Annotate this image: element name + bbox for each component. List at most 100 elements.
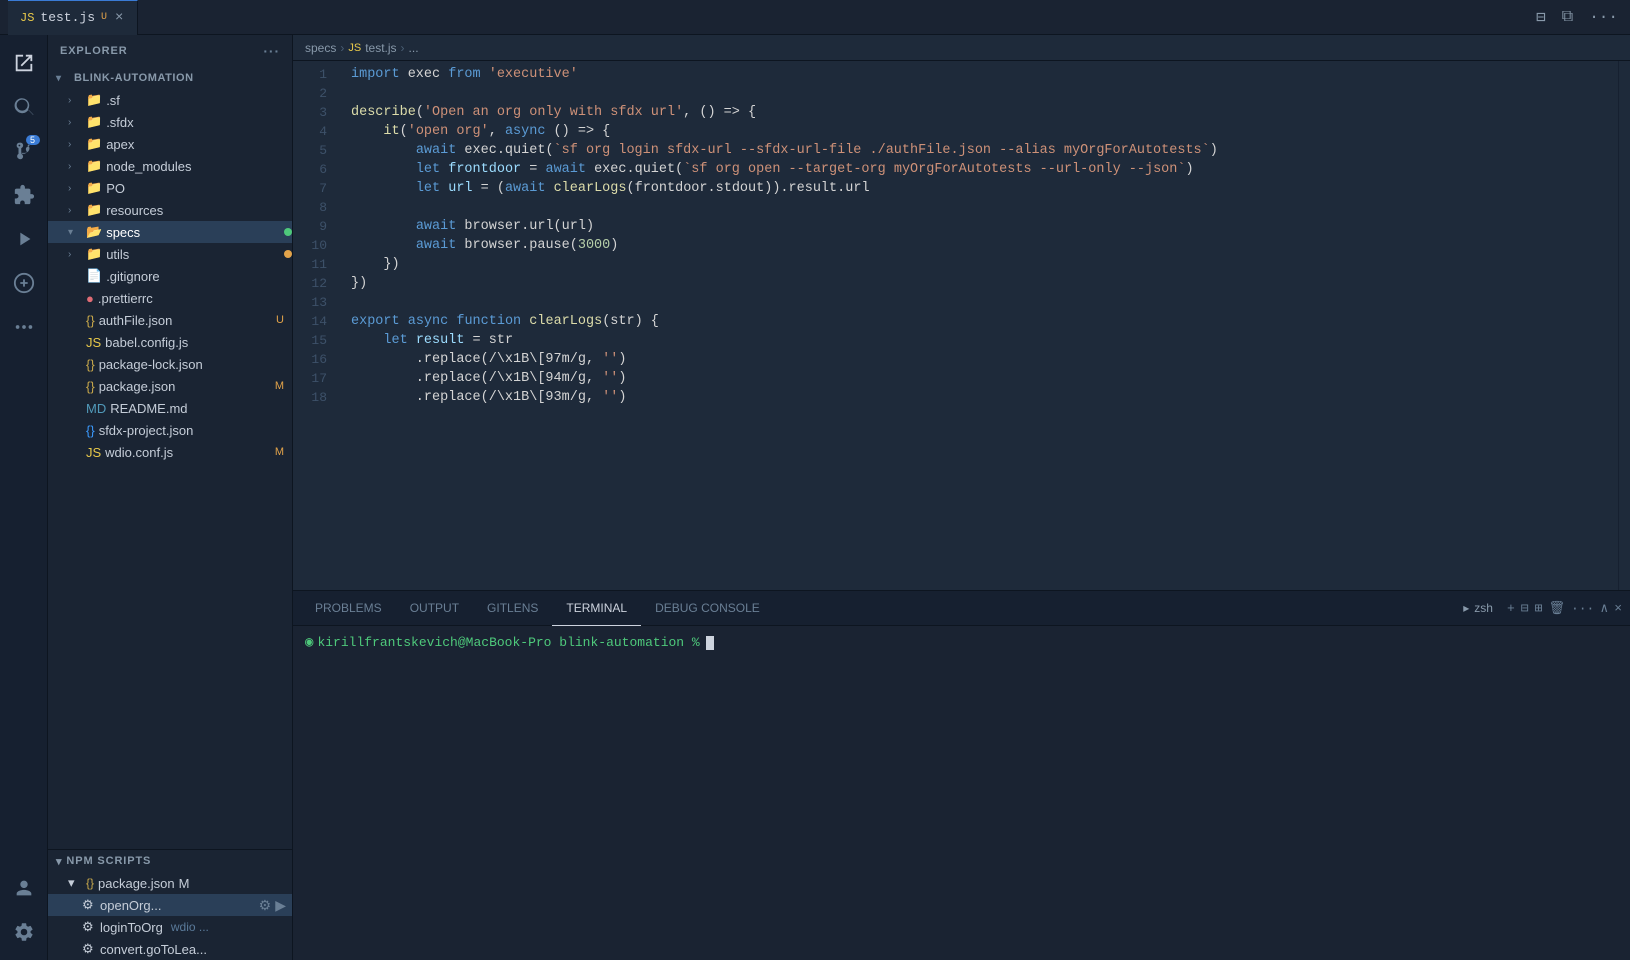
sidebar-item-authfile[interactable]: {} authFile.json U [48, 309, 292, 331]
chevron-right-icon: › [68, 183, 82, 194]
item-label-wdio: wdio.conf.js [105, 445, 271, 460]
npm-script-openorg[interactable]: ⚙ openOrg... ⚙ ▶ [48, 894, 292, 916]
sidebar-item-prettierrc[interactable]: ● .prettierrc [48, 287, 292, 309]
code-line-5: await exec.quiet(`sf org login sfdx-url … [351, 141, 1618, 160]
item-label-specs: specs [106, 225, 280, 240]
sidebar-more-icon[interactable]: ··· [263, 43, 280, 59]
sidebar-item-sfdx[interactable]: › 📁 .sfdx [48, 111, 292, 133]
delete-terminal-icon[interactable]: 🗑 [1548, 601, 1565, 616]
split-editor-icon[interactable]: ⧉ [1558, 6, 1577, 28]
npm-script-logintoorg-label: loginToOrg [100, 920, 163, 935]
chevron-down-icon: ▾ [56, 73, 70, 84]
chevron-right-icon: › [68, 95, 82, 106]
sidebar-item-sf[interactable]: › 📁 .sf [48, 89, 292, 111]
activity-extensions[interactable] [4, 175, 44, 215]
split-terminal-icon[interactable]: ⊟ [1521, 601, 1529, 616]
settings-icon[interactable]: ⚙ [259, 897, 272, 914]
code-line-7: let url = (await clearLogs(frontdoor.std… [351, 179, 1618, 198]
code-line-2 [351, 84, 1618, 103]
tab-filename: test.js [40, 10, 95, 25]
file-tree: ▾ BLINK-AUTOMATION › 📁 .sf › 📁 .sfdx › 📁… [48, 67, 292, 849]
code-editor[interactable]: import exec from 'executive' describe('O… [343, 61, 1618, 590]
editor-area: 12345 678910 1112131415 161718 import ex… [293, 61, 1630, 590]
script-icon: ⚙ [82, 941, 96, 957]
authfile-modified-badge: U [276, 314, 292, 326]
main-layout: 5 EXPLORER ··· [0, 35, 1630, 960]
breadcrumb-file-icon: JS [348, 42, 361, 54]
editor-tab[interactable]: JS test.js U × [8, 0, 138, 35]
shell-label: ▸ zsh [1455, 601, 1501, 615]
item-label-prettierrc: .prettierrc [98, 291, 292, 306]
breadcrumb-sep1: › [340, 41, 344, 55]
sidebar-item-package-lock[interactable]: {} package-lock.json [48, 353, 292, 375]
terminal-dot-icon: ◉ [305, 634, 313, 651]
chevron-down-icon: ▾ [68, 227, 82, 238]
code-line-14: export async function clearLogs(str) { [351, 312, 1618, 331]
sidebar-item-babel[interactable]: JS babel.config.js [48, 331, 292, 353]
npm-script-convert[interactable]: ⚙ convert.goToLea... [48, 938, 292, 960]
tab-gitlens[interactable]: GITLENS [473, 591, 552, 626]
sidebar-item-wdio[interactable]: JS wdio.conf.js M [48, 441, 292, 463]
item-label-node-modules: node_modules [106, 159, 292, 174]
sidebar-item-specs[interactable]: ▾ 📂 specs [48, 221, 292, 243]
panel-tabs: PROBLEMS OUTPUT GITLENS TERMINAL DEBUG C… [293, 591, 1630, 626]
activity-bar: 5 [0, 35, 48, 960]
activity-account[interactable] [4, 868, 44, 908]
activity-source-control[interactable]: 5 [4, 131, 44, 171]
json-icon: {} [86, 379, 95, 394]
editor-scrollbar[interactable] [1618, 61, 1630, 590]
run-icon[interactable]: ▶ [275, 897, 286, 914]
tab-terminal[interactable]: TERMINAL [552, 591, 641, 626]
npm-package-json-label: package.json [98, 876, 175, 891]
new-terminal-icon[interactable]: + [1507, 601, 1515, 616]
layout-icon[interactable]: ⊟ [1532, 5, 1550, 29]
activity-run[interactable] [4, 219, 44, 259]
sidebar-item-gitignore[interactable]: 📄 .gitignore [48, 265, 292, 287]
activity-search[interactable] [4, 87, 44, 127]
activity-settings[interactable] [4, 912, 44, 952]
folder-icon: 📁 [86, 158, 102, 174]
split-panel-icon[interactable]: ⊞ [1535, 601, 1543, 616]
sidebar-item-apex[interactable]: › 📁 apex [48, 133, 292, 155]
maximize-panel-icon[interactable]: ∧ [1600, 601, 1608, 616]
chevron-right-icon: › [68, 249, 82, 260]
sidebar-item-sfdx-project[interactable]: {} sfdx-project.json [48, 419, 292, 441]
item-label-resources: resources [106, 203, 292, 218]
breadcrumb-dots[interactable]: ... [409, 41, 419, 55]
npm-script-logintoorg[interactable]: ⚙ loginToOrg wdio ... [48, 916, 292, 938]
tab-debug-console[interactable]: DEBUG CONSOLE [641, 591, 774, 626]
code-line-13 [351, 293, 1618, 312]
breadcrumb-folder[interactable]: specs [305, 41, 336, 55]
tab-output[interactable]: OUTPUT [396, 591, 473, 626]
close-panel-icon[interactable]: × [1614, 601, 1622, 616]
item-label-apex: apex [106, 137, 292, 152]
panel-tabs-right: ▸ zsh + ⊟ ⊞ 🗑 ··· ∧ × [1455, 601, 1622, 616]
tab-close-button[interactable]: × [113, 10, 125, 26]
shell-icon: ▸ [1463, 601, 1469, 615]
sidebar-item-node-modules[interactable]: › 📁 node_modules [48, 155, 292, 177]
activity-explorer[interactable] [4, 43, 44, 83]
sidebar-item-utils[interactable]: › 📁 utils [48, 243, 292, 265]
npm-package-json-item[interactable]: ▾ {} package.json M [48, 872, 292, 894]
sidebar-item-po[interactable]: › 📁 PO [48, 177, 292, 199]
more-actions-icon[interactable]: ··· [1585, 6, 1622, 28]
sidebar-item-package-json[interactable]: {} package.json M [48, 375, 292, 397]
sidebar-item-resources[interactable]: › 📁 resources [48, 199, 292, 221]
more-terminal-icon[interactable]: ··· [1571, 601, 1594, 616]
folder-icon: 📁 [86, 136, 102, 152]
item-label-gitignore: .gitignore [106, 269, 292, 284]
activity-git[interactable] [4, 263, 44, 303]
terminal-content[interactable]: ◉ kirillfrantskevich@MacBook-Pro blink-a… [293, 626, 1630, 960]
sidebar-item-readme[interactable]: MD README.md [48, 397, 292, 419]
activity-more[interactable] [4, 307, 44, 347]
tree-root[interactable]: ▾ BLINK-AUTOMATION [48, 67, 292, 89]
npm-package-json-modified: M [179, 876, 190, 891]
code-line-11: }) [351, 255, 1618, 274]
tab-problems[interactable]: PROBLEMS [301, 591, 396, 626]
js-icon: JS [86, 445, 101, 460]
npm-scripts-header[interactable]: ▾ NPM SCRIPTS [48, 850, 292, 872]
breadcrumb-file[interactable]: test.js [365, 41, 396, 55]
md-icon: MD [86, 401, 106, 416]
item-label-sf: .sf [106, 93, 292, 108]
content-area: specs › JS test.js › ... 12345 678910 11… [293, 35, 1630, 960]
